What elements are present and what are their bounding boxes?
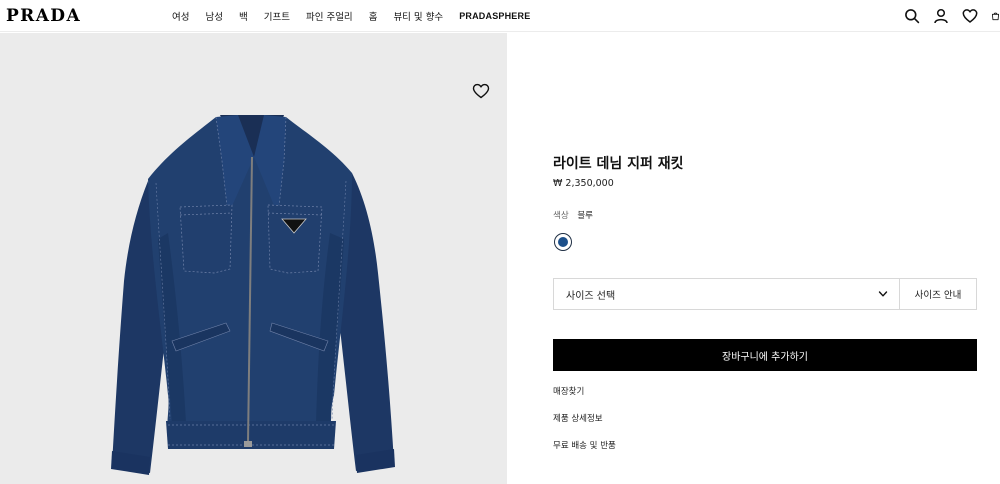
header-actions: [891, 0, 1000, 32]
add-to-cart-button[interactable]: 장바구니에 추가하기: [553, 339, 977, 371]
color-row: 색상 블루: [553, 209, 593, 221]
product-details-link[interactable]: 제품 상세정보: [553, 412, 603, 424]
store-locator-link[interactable]: 매장찾기: [553, 385, 584, 397]
size-guide-button[interactable]: 사이즈 안내: [899, 278, 977, 310]
prada-logo[interactable]: PRADA: [6, 6, 81, 26]
nav-pradasphere[interactable]: PRADASPHERE: [459, 11, 530, 21]
nav-women[interactable]: 여성: [172, 9, 189, 23]
product-price: ₩ 2,350,000: [553, 178, 614, 189]
color-value: 블루: [577, 211, 593, 221]
add-to-wishlist-heart-icon[interactable]: [472, 83, 490, 99]
nav-bags[interactable]: 백: [239, 9, 248, 23]
color-swatch-blue[interactable]: [554, 233, 572, 251]
nav-gifts[interactable]: 기프트: [264, 9, 290, 23]
product-title: 라이트 데님 지퍼 재킷: [553, 156, 684, 172]
chevron-down-icon: [878, 291, 888, 297]
site-header: PRADA 여성 남성 백 기프트 파인 주얼리 홈 뷰티 및 향수 PRADA…: [0, 0, 1000, 32]
size-select-dropdown[interactable]: 사이즈 선택: [553, 278, 899, 310]
size-select-label: 사이즈 선택: [566, 290, 616, 302]
swatch-fill: [557, 236, 568, 247]
account-icon[interactable]: [933, 8, 949, 24]
nav-fine-jewelry[interactable]: 파인 주얼리: [306, 9, 353, 23]
search-icon[interactable]: [904, 8, 920, 24]
main-nav: 여성 남성 백 기프트 파인 주얼리 홈 뷰티 및 향수 PRADASPHERE: [164, 0, 538, 32]
nav-men[interactable]: 남성: [205, 9, 222, 23]
product-image-denim-jacket: [111, 115, 395, 475]
nav-home[interactable]: 홈: [369, 9, 378, 23]
wishlist-icon[interactable]: [962, 8, 978, 24]
nav-beauty-fragrance[interactable]: 뷰티 및 향수: [393, 9, 443, 23]
product-image-panel[interactable]: [0, 33, 507, 484]
product-details: 라이트 데님 지퍼 재킷 ₩ 2,350,000 색상 블루 사이즈 선택 사이…: [507, 33, 1000, 484]
color-label: 색상: [553, 211, 569, 221]
bag-icon[interactable]: [991, 8, 1000, 24]
free-shipping-returns-link[interactable]: 무료 배송 및 반품: [553, 439, 616, 451]
